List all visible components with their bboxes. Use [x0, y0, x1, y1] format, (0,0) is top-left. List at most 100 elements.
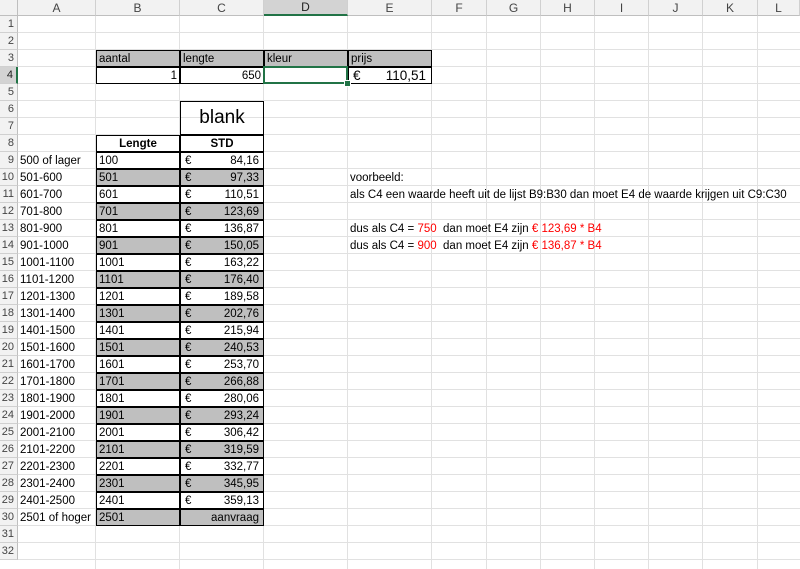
cell-c14-std[interactable]: €150,05 [180, 237, 264, 254]
cell-a17-range[interactable]: 1201-1300 [18, 288, 96, 305]
cell-e4-prijs-value[interactable]: €110,51 [348, 67, 432, 84]
cell-a24-range[interactable]: 1901-2000 [18, 407, 96, 424]
row-header-27[interactable]: 27 [0, 458, 18, 475]
cell-b26-lengte[interactable]: 2101 [96, 441, 180, 458]
row-header-6[interactable]: 6 [0, 101, 18, 118]
cell-c11-std[interactable]: €110,51 [180, 186, 264, 203]
select-all-corner[interactable] [0, 0, 18, 16]
cell-a14-range[interactable]: 901-1000 [18, 237, 96, 254]
row-header-10[interactable]: 10 [0, 169, 18, 186]
cell-b27-lengte[interactable]: 2201 [96, 458, 180, 475]
row-header-11[interactable]: 11 [0, 186, 18, 203]
row-header-5[interactable]: 5 [0, 84, 18, 101]
row-header-17[interactable]: 17 [0, 288, 18, 305]
cell-b11-lengte[interactable]: 601 [96, 186, 180, 203]
column-header-b[interactable]: B [96, 0, 180, 16]
column-header-l[interactable]: L [758, 0, 800, 16]
row-header-16[interactable]: 16 [0, 271, 18, 288]
cell-a18-range[interactable]: 1301-1400 [18, 305, 96, 322]
cell-a21-range[interactable]: 1601-1700 [18, 356, 96, 373]
row-header-20[interactable]: 20 [0, 339, 18, 356]
row-header-23[interactable]: 23 [0, 390, 18, 407]
cell-c9-std[interactable]: €84,16 [180, 152, 264, 169]
row-header-4[interactable]: 4 [0, 67, 18, 84]
cell-c4-lengte-value[interactable]: 650 [180, 67, 264, 84]
cell-e3-prijs[interactable]: prijs [348, 50, 432, 67]
column-header-a[interactable]: A [18, 0, 96, 16]
cell-c16-std[interactable]: €176,40 [180, 271, 264, 288]
cell-c22-std[interactable]: €266,88 [180, 373, 264, 390]
column-header-i[interactable]: I [595, 0, 649, 16]
row-header-29[interactable]: 29 [0, 492, 18, 509]
column-header-h[interactable]: H [541, 0, 595, 16]
row-header-28[interactable]: 28 [0, 475, 18, 492]
cell-c20-std[interactable]: €240,53 [180, 339, 264, 356]
cell-b12-lengte[interactable]: 701 [96, 203, 180, 220]
cell-e10-voorbeeld[interactable]: voorbeeld: [348, 169, 798, 186]
cell-c29-std[interactable]: €359,13 [180, 492, 264, 509]
cell-c28-std[interactable]: €345,95 [180, 475, 264, 492]
cell-a19-range[interactable]: 1401-1500 [18, 322, 96, 339]
row-header-15[interactable]: 15 [0, 254, 18, 271]
cell-d3-kleur[interactable]: kleur [264, 50, 348, 67]
column-header-j[interactable]: J [649, 0, 703, 16]
cell-a20-range[interactable]: 1501-1600 [18, 339, 96, 356]
cell-c18-std[interactable]: €202,76 [180, 305, 264, 322]
cell-c24-std[interactable]: €293,24 [180, 407, 264, 424]
cell-b24-lengte[interactable]: 1901 [96, 407, 180, 424]
cell-a12-range[interactable]: 701-800 [18, 203, 96, 220]
cell-b16-lengte[interactable]: 1101 [96, 271, 180, 288]
cell-b17-lengte[interactable]: 1201 [96, 288, 180, 305]
row-header-13[interactable]: 13 [0, 220, 18, 237]
cell-c17-std[interactable]: €189,58 [180, 288, 264, 305]
cell-b25-lengte[interactable]: 2001 [96, 424, 180, 441]
cell-a11-range[interactable]: 601-700 [18, 186, 96, 203]
cell-b10-lengte[interactable]: 501 [96, 169, 180, 186]
cell-b18-lengte[interactable]: 1301 [96, 305, 180, 322]
cell-e11-instruction[interactable]: als C4 een waarde heeft uit de lijst B9:… [348, 186, 798, 203]
cell-b30-lengte[interactable]: 2501 [96, 509, 180, 526]
spreadsheet-grid[interactable]: A B C D E F G H I J K L 1 2 3 4 5 6 7 8 9 10 11 12 13 14 15 16 17 18 1… [0, 0, 800, 569]
cell-b21-lengte[interactable]: 1601 [96, 356, 180, 373]
row-header-3[interactable]: 3 [0, 50, 18, 67]
row-header-26[interactable]: 26 [0, 441, 18, 458]
cell-e14-example-900[interactable]: dus als C4 = 900 dan moet E4 zijn € 136,… [348, 237, 798, 254]
cell-b4-aantal-value[interactable]: 1 [96, 67, 180, 84]
row-header-32[interactable]: 32 [0, 543, 18, 560]
column-header-d[interactable]: D [264, 0, 348, 16]
cell-b28-lengte[interactable]: 2301 [96, 475, 180, 492]
cell-b9-lengte[interactable]: 100 [96, 152, 180, 169]
cell-b15-lengte[interactable]: 1001 [96, 254, 180, 271]
cell-c8-std-header[interactable]: STD [180, 135, 264, 152]
cell-c26-std[interactable]: €319,59 [180, 441, 264, 458]
cell-b22-lengte[interactable]: 1701 [96, 373, 180, 390]
cell-c19-std[interactable]: €215,94 [180, 322, 264, 339]
cell-a27-range[interactable]: 2201-2300 [18, 458, 96, 475]
row-header-21[interactable]: 21 [0, 356, 18, 373]
cell-b20-lengte[interactable]: 1501 [96, 339, 180, 356]
row-header-18[interactable]: 18 [0, 305, 18, 322]
cell-a16-range[interactable]: 1101-1200 [18, 271, 96, 288]
cell-e13-example-750[interactable]: dus als C4 = 750 dan moet E4 zijn € 123,… [348, 220, 798, 237]
cell-a10-range[interactable]: 501-600 [18, 169, 96, 186]
cell-a9-range[interactable]: 500 of lager [18, 152, 96, 169]
cell-c3-lengte[interactable]: lengte [180, 50, 264, 67]
cell-b14-lengte[interactable]: 901 [96, 237, 180, 254]
cell-b8-lengte-header[interactable]: Lengte [96, 135, 180, 152]
cell-a28-range[interactable]: 2301-2400 [18, 475, 96, 492]
cell-c10-std[interactable]: €97,33 [180, 169, 264, 186]
row-header-30[interactable]: 30 [0, 509, 18, 526]
cell-c13-std[interactable]: €136,87 [180, 220, 264, 237]
column-header-c[interactable]: C [180, 0, 264, 16]
column-header-f[interactable]: F [432, 0, 487, 16]
column-header-g[interactable]: G [487, 0, 541, 16]
cell-a22-range[interactable]: 1701-1800 [18, 373, 96, 390]
cell-a26-range[interactable]: 2101-2200 [18, 441, 96, 458]
cell-b29-lengte[interactable]: 2401 [96, 492, 180, 509]
cell-b23-lengte[interactable]: 1801 [96, 390, 180, 407]
cell-a23-range[interactable]: 1801-1900 [18, 390, 96, 407]
cell-a15-range[interactable]: 1001-1100 [18, 254, 96, 271]
row-header-24[interactable]: 24 [0, 407, 18, 424]
cell-a30-range[interactable]: 2501 of hoger [18, 509, 96, 526]
row-header-1[interactable]: 1 [0, 16, 18, 33]
